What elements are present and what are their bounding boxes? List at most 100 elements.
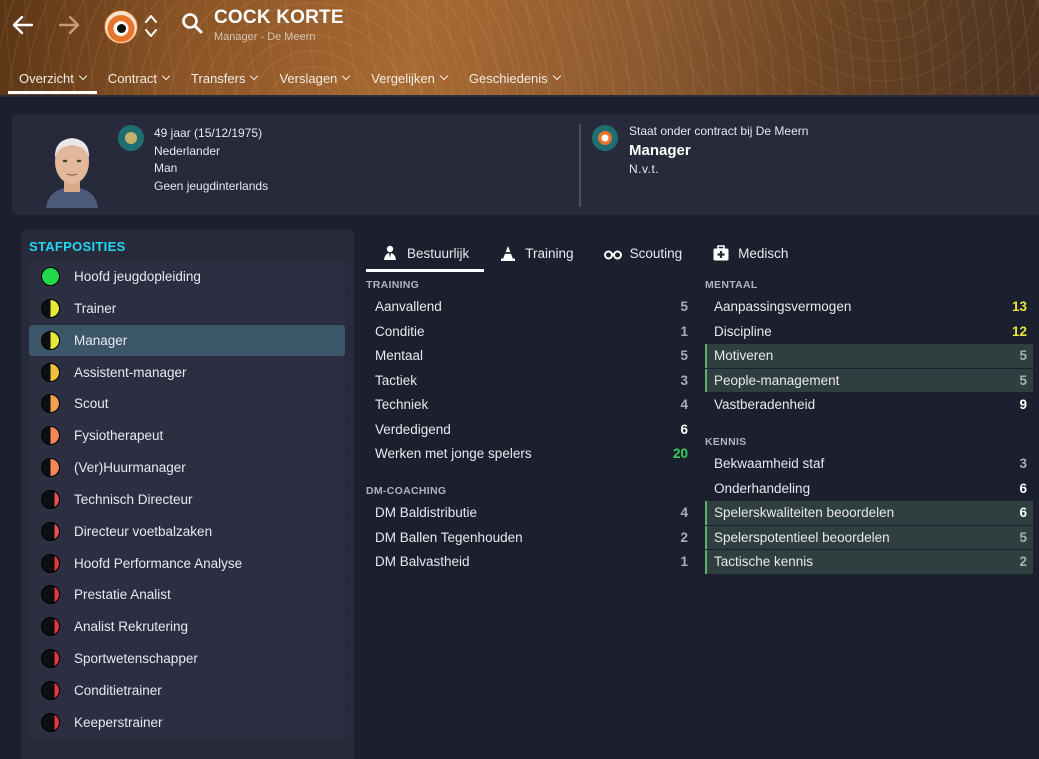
position-row[interactable]: Trainer bbox=[29, 292, 345, 324]
role-label: Manager bbox=[629, 142, 691, 159]
menu-label: Geschiedenis bbox=[468, 70, 548, 86]
attribute-row[interactable]: Motiveren 5 bbox=[705, 344, 1033, 368]
page-subtitle: Manager - De Meern bbox=[214, 31, 316, 43]
attribute-row[interactable]: Vastberadenheid 9 bbox=[705, 393, 1033, 417]
avatar[interactable] bbox=[42, 128, 102, 208]
position-row[interactable]: Manager bbox=[29, 324, 345, 356]
attribute-value: 6 bbox=[1019, 480, 1027, 496]
nationality-flag-icon[interactable] bbox=[118, 125, 144, 151]
position-label: Manager bbox=[74, 332, 128, 348]
attribute-tabs: Bestuurlijk Training Scouting Medisch bbox=[366, 234, 803, 272]
chevron-down-icon bbox=[342, 71, 351, 81]
positions-list: Hoofd jeugdopleiding Trainer Manager Assist… bbox=[29, 261, 345, 739]
position-label: Trainer bbox=[74, 300, 117, 316]
club-badge-icon[interactable] bbox=[592, 125, 618, 151]
position-row[interactable]: Scout bbox=[29, 388, 345, 420]
position-label: Keeperstrainer bbox=[74, 714, 163, 730]
suitability-dot-icon bbox=[41, 298, 60, 318]
menu-verslagen[interactable]: Verslagen bbox=[268, 62, 360, 94]
menu-vergelijken[interactable]: Vergelijken bbox=[360, 62, 458, 94]
attribute-label: Techniek bbox=[375, 397, 429, 413]
position-row[interactable]: Hoofd Performance Analyse bbox=[29, 547, 345, 579]
attribute-row[interactable]: Mentaal 5 bbox=[366, 344, 694, 368]
position-row[interactable]: Technisch Directeur bbox=[29, 483, 345, 515]
section-title-dm-coaching: DM-COACHING bbox=[366, 485, 447, 497]
attribute-label: Spelerskwaliteiten beoordelen bbox=[714, 505, 895, 521]
attribute-label: Bekwaamheid staf bbox=[714, 456, 825, 472]
tab-scouting[interactable]: Scouting bbox=[589, 234, 698, 272]
attribute-value: 5 bbox=[680, 348, 688, 364]
attribute-row[interactable]: Spelerskwaliteiten beoordelen 6 bbox=[705, 501, 1033, 525]
club-crest-icon[interactable] bbox=[104, 10, 138, 44]
kennis-attributes: Bekwaamheid staf 3 Onderhandeling 6 Spelersk… bbox=[705, 452, 1033, 575]
attribute-row[interactable]: Discipline 12 bbox=[705, 320, 1033, 344]
binoculars-icon bbox=[603, 250, 622, 260]
attribute-row[interactable]: People-management 5 bbox=[705, 368, 1033, 392]
search-icon[interactable] bbox=[180, 11, 204, 35]
position-row[interactable]: Sportwetenschapper bbox=[29, 643, 345, 675]
menu-label: Verslagen bbox=[279, 70, 338, 86]
position-row[interactable]: (Ver)Huurmanager bbox=[29, 452, 345, 484]
position-row[interactable]: Prestatie Analist bbox=[29, 579, 345, 611]
position-row[interactable]: Fysiotherapeut bbox=[29, 420, 345, 452]
attribute-row[interactable]: DM Ballen Tegenhouden 2 bbox=[366, 526, 694, 550]
position-row[interactable]: Assistent-manager bbox=[29, 356, 345, 388]
attribute-row[interactable]: Verdedigend 6 bbox=[366, 418, 694, 442]
back-arrow-icon[interactable] bbox=[8, 10, 38, 40]
section-title-kennis: KENNIS bbox=[705, 436, 747, 448]
staff-positions-panel: STAFPOSITIES Hoofd jeugdopleiding Trainer… bbox=[21, 229, 354, 759]
attribute-label: Aanvallend bbox=[375, 299, 442, 315]
attribute-row[interactable]: Tactische kennis 2 bbox=[705, 550, 1033, 574]
section-title-mentaal: MENTAAL bbox=[705, 279, 758, 291]
header-bar: COCK KORTE Manager - De Meern Overzicht … bbox=[0, 0, 1039, 97]
menu-geschiedenis[interactable]: Geschiedenis bbox=[458, 62, 571, 94]
tab-medisch[interactable]: Medisch bbox=[697, 234, 803, 272]
panel-title: STAFPOSITIES bbox=[29, 239, 126, 254]
menu-transfers[interactable]: Transfers bbox=[180, 62, 268, 94]
suitability-dot-icon bbox=[41, 426, 60, 446]
suitability-dot-icon bbox=[41, 617, 60, 637]
attribute-row[interactable]: Techniek 4 bbox=[366, 393, 694, 417]
position-row[interactable]: Directeur voetbalzaken bbox=[29, 515, 345, 547]
suitability-dot-icon bbox=[41, 394, 60, 414]
chevron-down-icon bbox=[439, 71, 449, 81]
attribute-value: 9 bbox=[1019, 397, 1027, 413]
attribute-row[interactable]: Conditie 1 bbox=[366, 320, 694, 344]
attribute-row[interactable]: Spelerspotentieel beoordelen 5 bbox=[705, 525, 1033, 549]
suitability-dot-icon bbox=[41, 489, 60, 509]
switch-chevrons-icon[interactable] bbox=[144, 12, 158, 40]
suitability-dot-icon bbox=[41, 362, 60, 382]
attribute-row[interactable]: Aanvallend 5 bbox=[366, 295, 694, 319]
chevron-down-icon bbox=[161, 71, 171, 81]
menu-contract[interactable]: Contract bbox=[97, 62, 180, 94]
personal-info: 49 jaar (15/12/1975) Nederlander Man Gee… bbox=[154, 125, 268, 195]
suitability-dot-icon bbox=[41, 458, 60, 478]
attribute-label: Spelerspotentieel beoordelen bbox=[714, 529, 890, 545]
attribute-row[interactable]: Bekwaamheid staf 3 bbox=[705, 452, 1033, 476]
attribute-row[interactable]: Tactiek 3 bbox=[366, 369, 694, 393]
attribute-label: People-management bbox=[714, 372, 840, 388]
divider bbox=[579, 124, 581, 207]
attribute-row[interactable]: Aanpassingsvermogen 13 bbox=[705, 295, 1033, 319]
attribute-row[interactable]: Onderhandeling 6 bbox=[705, 477, 1033, 501]
attribute-row[interactable]: DM Balvastheid 1 bbox=[366, 550, 694, 574]
position-row[interactable]: Hoofd jeugdopleiding bbox=[29, 261, 345, 292]
attribute-row[interactable]: DM Baldistributie 4 bbox=[366, 501, 694, 525]
menu-label: Contract bbox=[107, 70, 158, 86]
suitability-dot-icon bbox=[41, 553, 60, 573]
position-row[interactable]: Analist Rekrutering bbox=[29, 611, 345, 643]
tab-training[interactable]: Training bbox=[484, 234, 588, 272]
tab-bestuurlijk[interactable]: Bestuurlijk bbox=[366, 234, 485, 272]
attribute-label: Mentaal bbox=[375, 348, 424, 364]
forward-arrow-icon[interactable] bbox=[54, 10, 84, 40]
position-row[interactable]: Keeperstrainer bbox=[29, 706, 345, 738]
suitability-dot-icon bbox=[41, 521, 60, 541]
position-row[interactable]: Conditietrainer bbox=[29, 674, 345, 706]
page-title: COCK KORTE bbox=[214, 7, 344, 28]
attribute-value: 2 bbox=[1019, 554, 1027, 570]
chevron-down-icon bbox=[78, 71, 88, 81]
attribute-row[interactable]: Werken met jonge spelers 20 bbox=[366, 442, 694, 466]
menu-overzicht[interactable]: Overzicht bbox=[8, 62, 97, 94]
attribute-value: 12 bbox=[1011, 323, 1027, 339]
age-label: 49 jaar (15/12/1975) bbox=[154, 126, 263, 140]
